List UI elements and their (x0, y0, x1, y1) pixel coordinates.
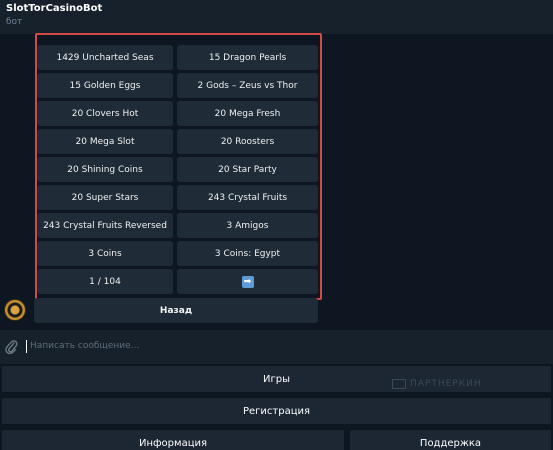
slot-button[interactable]: 3 Coins (37, 241, 173, 266)
slot-button[interactable]: 20 Clovers Hot (37, 101, 173, 126)
slot-button[interactable]: 243 Crystal Fruits (177, 185, 318, 210)
slot-button[interactable]: 1429 Uncharted Seas (37, 45, 173, 70)
message-composer: Написать сообщение... (0, 330, 553, 364)
slot-button[interactable]: 20 Mega Fresh (177, 101, 318, 126)
registration-button[interactable]: Регистрация (2, 398, 551, 424)
slot-button[interactable]: 2 Gods – Zeus vs Thor (177, 73, 318, 98)
slot-button[interactable]: 20 Star Party (177, 157, 318, 182)
info-button[interactable]: Информация (2, 430, 344, 450)
bot-avatar[interactable] (4, 299, 26, 321)
right-arrow-icon: ➡ (241, 275, 254, 288)
slot-button[interactable]: 3 Coins: Egypt (177, 241, 318, 266)
next-page-button[interactable]: ➡ (177, 269, 318, 294)
watermark: ПАРТНЕРКИН (392, 377, 482, 391)
page-indicator-button[interactable]: 1 / 104 (37, 269, 173, 294)
slot-button[interactable]: 20 Shining Coins (37, 157, 173, 182)
slot-button[interactable]: 20 Super Stars (37, 185, 173, 210)
text-cursor (26, 340, 27, 353)
support-button[interactable]: Поддержка (350, 430, 551, 450)
bot-name: SlotTorCasinoBot (6, 3, 103, 14)
back-button[interactable]: Назад (34, 298, 318, 323)
chat-header[interactable]: SlotTorCasinoBot бот (0, 0, 553, 34)
paperclip-icon[interactable] (4, 339, 18, 355)
slot-button[interactable]: 3 Amigos (177, 213, 318, 238)
slot-button[interactable]: 20 Roosters (177, 129, 318, 154)
watermark-logo-icon (392, 379, 406, 389)
slot-button[interactable]: 15 Dragon Pearls (177, 45, 318, 70)
slot-button[interactable]: 243 Crystal Fruits Reversed (37, 213, 173, 238)
message-input[interactable]: Написать сообщение... (30, 341, 139, 351)
slot-button[interactable]: 15 Golden Eggs (37, 73, 173, 98)
slot-button[interactable]: 20 Mega Slot (37, 129, 173, 154)
watermark-text: ПАРТНЕРКИН (410, 379, 482, 389)
bot-status: бот (6, 17, 23, 27)
